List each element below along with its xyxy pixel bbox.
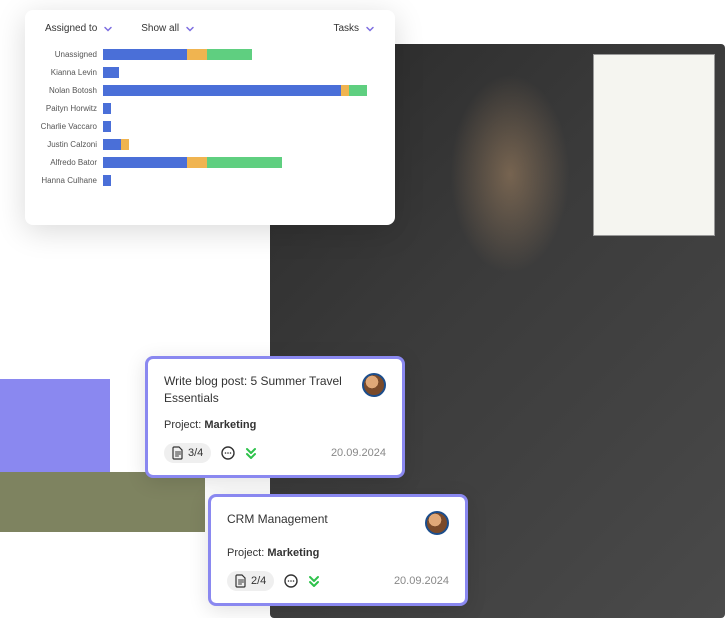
chart-row-label: Unassigned: [39, 50, 103, 59]
filter-tasks[interactable]: Tasks: [327, 20, 381, 37]
task-project: Project: Marketing: [227, 547, 449, 559]
attachment-badge[interactable]: 3/4: [164, 443, 211, 463]
chart-rows-container: Unassigned Kianna Levin Nolan Botosh Paityn…: [39, 47, 381, 188]
document-icon: [172, 446, 184, 460]
chart-bar: [103, 121, 381, 132]
task-date: 20.09.2024: [394, 575, 449, 587]
attachment-count: 3/4: [188, 447, 203, 459]
chevron-down-icon: [185, 24, 195, 34]
project-label: Project:: [164, 419, 204, 431]
task-project: Project: Marketing: [164, 419, 386, 431]
chart-segment-blue: [103, 85, 341, 96]
chart-row: Alfredo Bator: [39, 155, 381, 170]
decorative-block-olive: [0, 472, 205, 532]
chart-row-label: Hanna Culhane: [39, 176, 103, 185]
project-name: Marketing: [267, 547, 319, 559]
chart-segment-blue: [103, 139, 121, 150]
project-name: Marketing: [204, 419, 256, 431]
chart-segment-blue: [103, 157, 187, 168]
chart-bar: [103, 103, 381, 114]
comment-icon[interactable]: [219, 444, 237, 462]
chart-row: Charlie Vaccaro: [39, 119, 381, 134]
chart-segment-blue: [103, 175, 111, 186]
priority-down-icon: [245, 446, 257, 460]
project-label: Project:: [227, 547, 267, 559]
chart-segment-green: [207, 49, 252, 60]
filter-assigned-label: Assigned to: [45, 23, 97, 34]
chart-bar: [103, 139, 381, 150]
chart-segment-orange: [187, 157, 207, 168]
chart-row-label: Justin Calzoni: [39, 140, 103, 149]
chart-filter-bar: Assigned to Show all Tasks: [39, 20, 381, 37]
chart-row: Hanna Culhane: [39, 173, 381, 188]
avatar: [362, 373, 386, 397]
chart-segment-blue: [103, 103, 111, 114]
chart-row: Paityn Horwitz: [39, 101, 381, 116]
chart-segment-orange: [341, 85, 349, 96]
attachment-count: 2/4: [251, 575, 266, 587]
filter-show-label: Show all: [141, 23, 179, 34]
chart-row-label: Paityn Horwitz: [39, 104, 103, 113]
chart-bar: [103, 49, 381, 60]
workload-chart-panel: Assigned to Show all Tasks Unassigned Kia…: [25, 10, 395, 225]
chart-row: Nolan Botosh: [39, 83, 381, 98]
task-card[interactable]: CRM Management Project: Marketing 2/4 20…: [208, 494, 468, 606]
chart-bar: [103, 85, 381, 96]
chart-row-label: Charlie Vaccaro: [39, 122, 103, 131]
chart-row: Kianna Levin: [39, 65, 381, 80]
chart-bar: [103, 157, 381, 168]
filter-show-all[interactable]: Show all: [135, 20, 201, 37]
document-icon: [235, 574, 247, 588]
chart-segment-orange: [121, 139, 129, 150]
chart-row-label: Kianna Levin: [39, 68, 103, 77]
avatar: [425, 511, 449, 535]
chart-row: Justin Calzoni: [39, 137, 381, 152]
chart-segment-orange: [187, 49, 207, 60]
chart-segment-green: [349, 85, 367, 96]
chevron-down-icon: [103, 24, 113, 34]
chart-segment-green: [207, 157, 281, 168]
filter-tasks-label: Tasks: [333, 23, 359, 34]
priority-down-icon: [308, 574, 320, 588]
chart-segment-blue: [103, 49, 187, 60]
filter-assigned-to[interactable]: Assigned to: [39, 20, 119, 37]
task-date: 20.09.2024: [331, 447, 386, 459]
attachment-badge[interactable]: 2/4: [227, 571, 274, 591]
chart-row-label: Alfredo Bator: [39, 158, 103, 167]
chart-bar: [103, 67, 381, 78]
chart-segment-blue: [103, 67, 119, 78]
task-title: CRM Management: [227, 511, 328, 528]
chevron-down-icon: [365, 24, 375, 34]
chart-row: Unassigned: [39, 47, 381, 62]
task-card[interactable]: Write blog post: 5 Summer Travel Essenti…: [145, 356, 405, 478]
comment-icon[interactable]: [282, 572, 300, 590]
task-title: Write blog post: 5 Summer Travel Essenti…: [164, 373, 352, 407]
chart-bar: [103, 175, 381, 186]
chart-row-label: Nolan Botosh: [39, 86, 103, 95]
chart-segment-blue: [103, 121, 111, 132]
